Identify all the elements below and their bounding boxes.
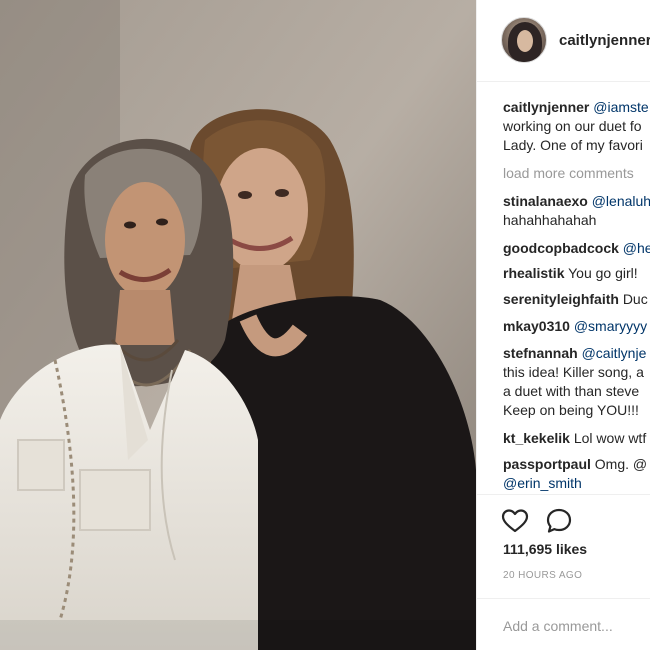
post-header: caitlynjenner (477, 0, 650, 82)
comment-item: kt_kekelik Lol wow wtf (503, 429, 646, 447)
comment-continuation: hahahhahahah (503, 212, 597, 228)
instagram-post: caitlynjenner caitlynjenner @iamste work… (0, 0, 650, 650)
comment-mention[interactable]: @smaryyyy (574, 318, 647, 334)
comment-mention[interactable]: @lenaluh (592, 193, 650, 209)
comment-text: Lol wow wtf (573, 430, 647, 446)
caption-username[interactable]: caitlynjenner (503, 99, 589, 115)
comment-username[interactable]: rhealistik (503, 265, 564, 281)
caption-line: caitlynjenner @iamste (503, 98, 649, 116)
comment-username[interactable]: passportpaul (503, 456, 591, 472)
speech-bubble-icon[interactable] (545, 507, 573, 535)
comments-list: caitlynjenner @iamste working on our due… (477, 82, 650, 494)
comment-item: stinalanaexo @lenaluh (503, 192, 650, 210)
comment-item: goodcopbadcock @he (503, 239, 650, 257)
comment-username[interactable]: stefnannah (503, 345, 578, 361)
load-more-comments-link[interactable]: load more comments (503, 164, 634, 182)
comment-item: stefnannah @caitlynje (503, 344, 646, 362)
comment-item: rhealistik You go girl! (503, 264, 638, 282)
comment-item: passportpaul Omg. @ (503, 455, 647, 473)
likes-count[interactable]: 111,695 likes (503, 541, 587, 557)
comment-username[interactable]: mkay0310 (503, 318, 570, 334)
caption-line-3: Lady. One of my favori (503, 137, 643, 153)
post-actions: 111,695 likes 20 HOURS AGO (477, 494, 650, 650)
heart-outline-icon[interactable] (501, 507, 529, 535)
add-comment-row (477, 598, 650, 650)
comment-text: Duc (622, 291, 648, 307)
caption-mention[interactable]: @iamste (593, 99, 648, 115)
comment-username[interactable]: serenityleighfaith (503, 291, 619, 307)
post-photo[interactable] (0, 0, 476, 650)
post-side-panel: caitlynjenner caitlynjenner @iamste work… (476, 0, 650, 650)
comment-item: serenityleighfaith Duc (503, 290, 648, 308)
comment-continuation-mention[interactable]: @erin_smith (503, 474, 582, 492)
comment-text: You go girl! (568, 265, 638, 281)
comment-username[interactable]: goodcopbadcock (503, 240, 619, 256)
comment-continuation: Keep on being YOU!!! (503, 402, 639, 418)
comment-continuation: this idea! Killer song, a (503, 364, 644, 380)
post-photo-illustration (0, 0, 476, 650)
avatar[interactable] (501, 17, 547, 63)
comment-text: Omg. @ (594, 456, 648, 472)
comment-mention[interactable]: @caitlynje (582, 345, 647, 361)
comment-username[interactable]: stinalanaexo (503, 193, 588, 209)
post-timestamp: 20 HOURS AGO (503, 570, 583, 581)
caption-line-2: working on our duet fo (503, 118, 642, 134)
add-comment-input[interactable] (503, 615, 650, 637)
comment-item: mkay0310 @smaryyyy (503, 317, 647, 335)
comment-username[interactable]: kt_kekelik (503, 430, 570, 446)
comment-continuation: a duet with than steve (503, 383, 640, 399)
avatar-face (517, 30, 533, 52)
header-username[interactable]: caitlynjenner (559, 32, 650, 49)
comment-mention[interactable]: @he (623, 240, 650, 256)
